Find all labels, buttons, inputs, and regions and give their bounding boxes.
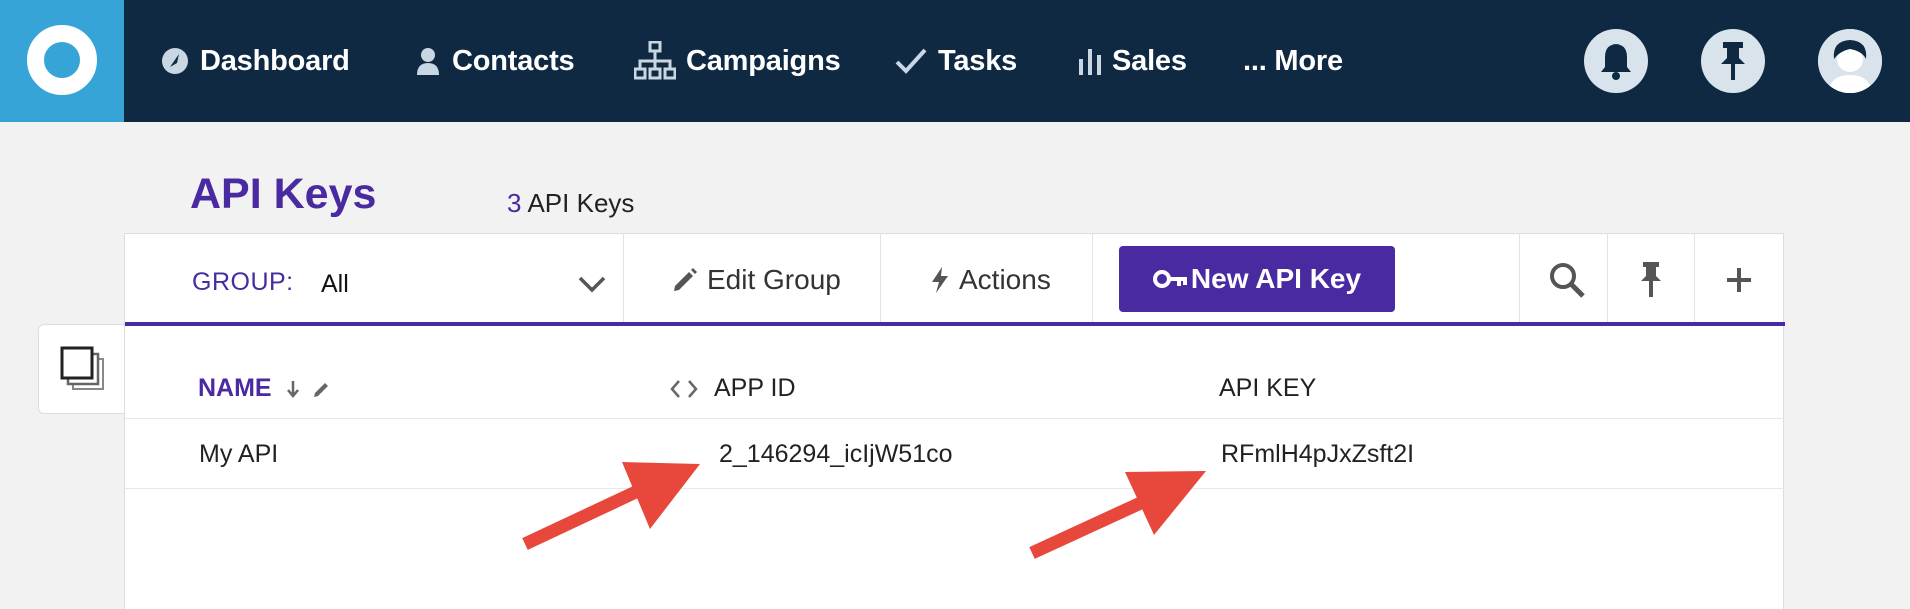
arrow-to-api-key	[1029, 471, 1206, 559]
annotation-arrows	[522, 462, 1206, 559]
arrow-to-app-id	[522, 462, 700, 550]
